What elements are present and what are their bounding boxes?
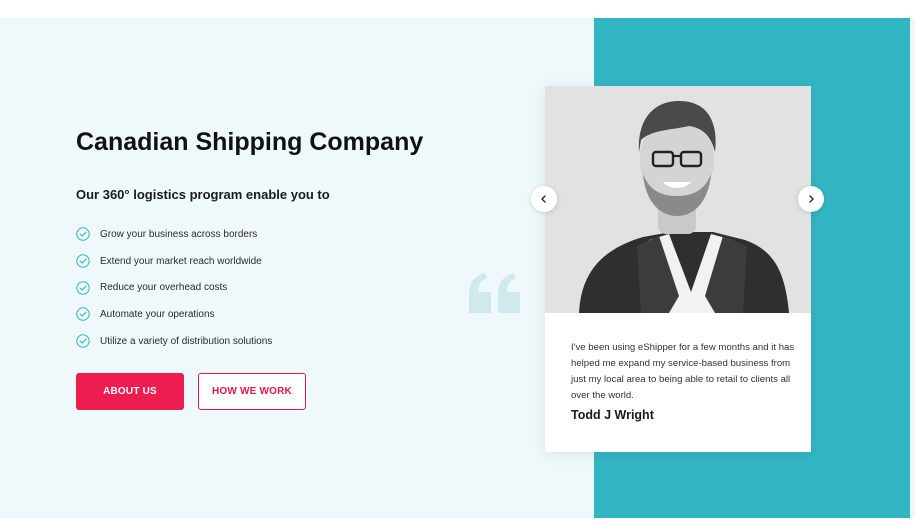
how-we-work-button[interactable]: HOW WE WORK xyxy=(198,373,306,410)
benefit-text: Automate your operations xyxy=(100,308,215,320)
check-circle-icon xyxy=(76,281,90,295)
carousel-prev-button[interactable] xyxy=(531,186,557,212)
person-portrait-image xyxy=(545,86,811,313)
benefit-text: Extend your market reach worldwide xyxy=(100,255,262,267)
benefit-item: Utilize a variety of distribution soluti… xyxy=(76,328,272,355)
benefit-text: Reduce your overhead costs xyxy=(100,282,228,294)
benefit-text: Grow your business across borders xyxy=(100,228,258,240)
chevron-right-icon xyxy=(809,195,814,203)
check-circle-icon xyxy=(76,254,90,268)
carousel-next-button[interactable] xyxy=(798,186,824,212)
quote-mark-icon xyxy=(469,273,520,313)
benefit-item: Grow your business across borders xyxy=(76,221,272,248)
page-title: Canadian Shipping Company xyxy=(76,128,424,156)
check-circle-icon xyxy=(76,334,90,348)
testimonial-card: I've been using eShipper for a few month… xyxy=(545,86,811,452)
benefit-text: Utilize a variety of distribution soluti… xyxy=(100,335,273,347)
benefit-item: Automate your operations xyxy=(76,301,272,328)
benefits-list: Grow your business across borders Extend… xyxy=(76,221,272,354)
hero-subtitle: Our 360° logistics program enable you to xyxy=(76,187,330,202)
testimonial-photo xyxy=(545,86,811,313)
check-circle-icon xyxy=(76,307,90,322)
testimonial-quote: I've been using eShipper for a few month… xyxy=(571,342,795,401)
check-circle-icon xyxy=(76,227,90,242)
testimonial-author: Todd J Wright xyxy=(571,408,654,422)
benefit-item: Reduce your overhead costs xyxy=(76,274,272,301)
benefit-item: Extend your market reach worldwide xyxy=(76,248,272,275)
about-us-button[interactable]: ABOUT US xyxy=(76,373,184,410)
chevron-left-icon xyxy=(541,195,546,203)
